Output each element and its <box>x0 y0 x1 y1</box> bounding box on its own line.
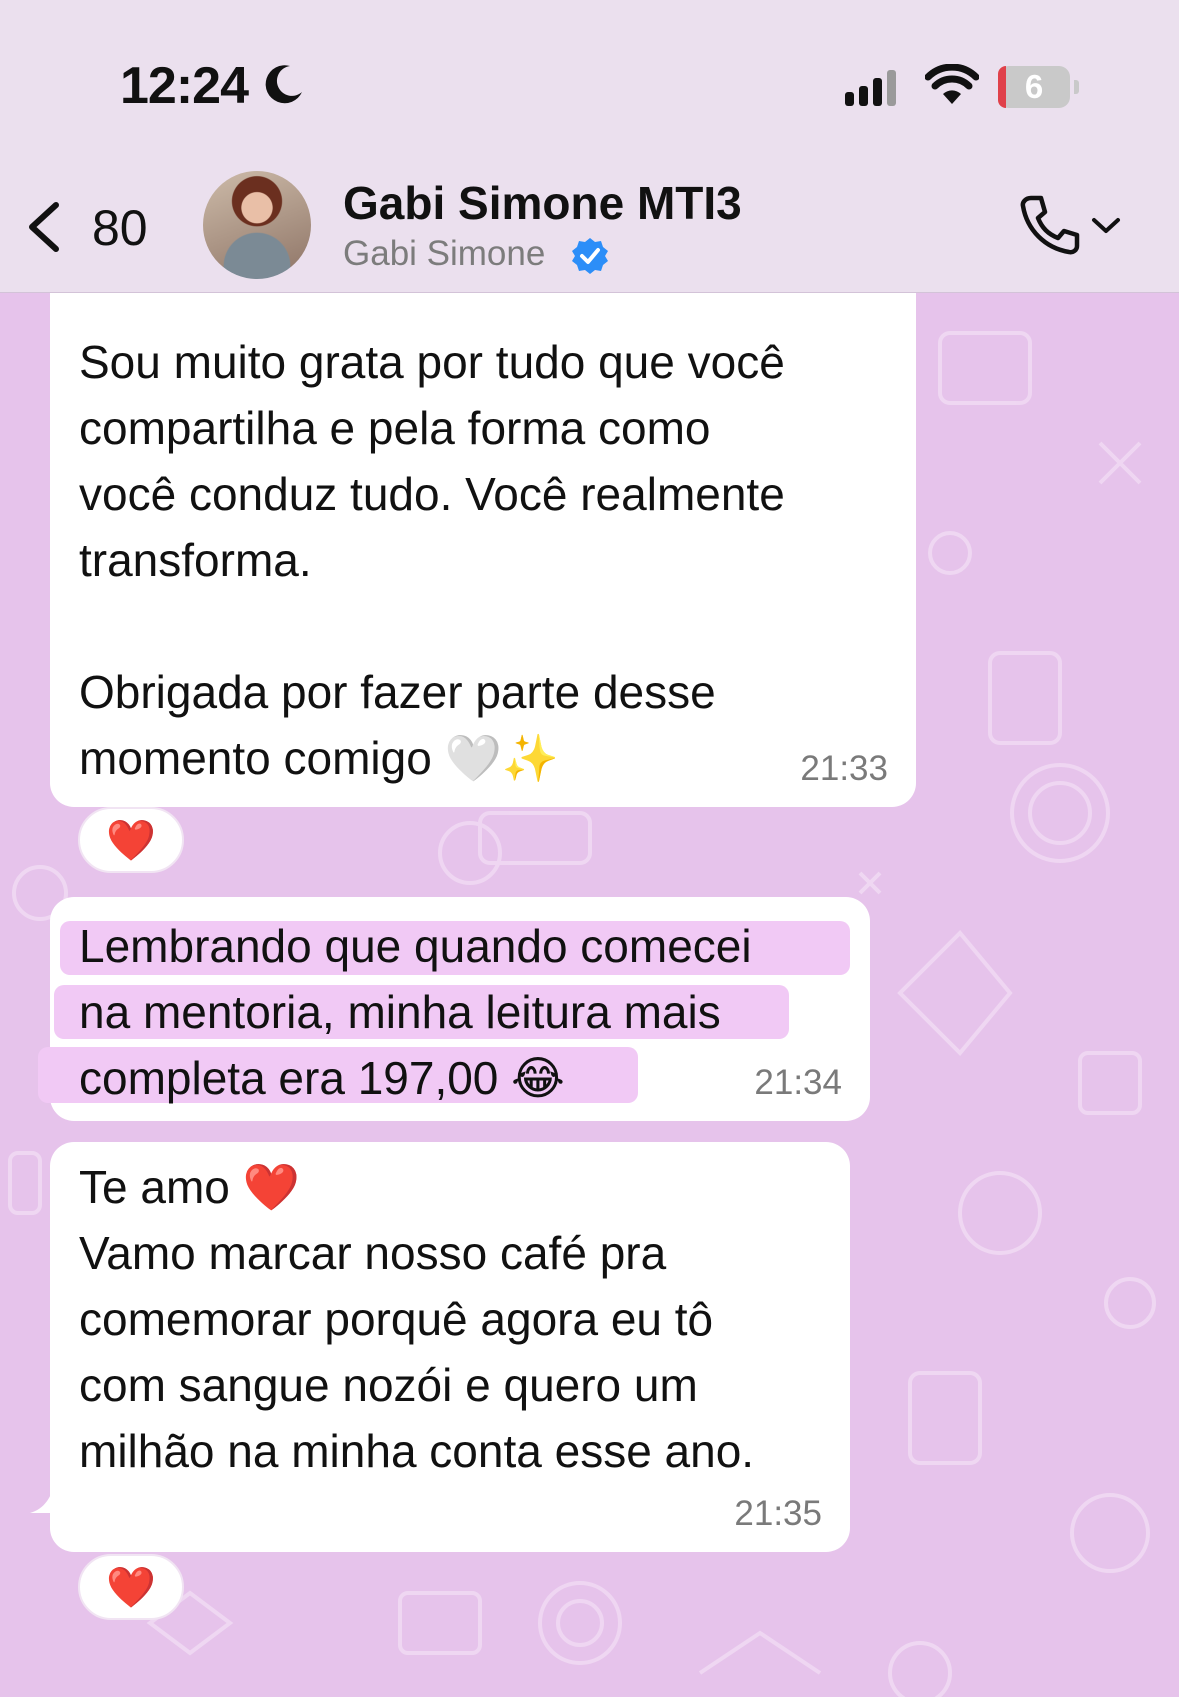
message-line: transforma. <box>79 534 312 586</box>
phone-icon <box>1020 195 1080 255</box>
message-bubble[interactable]: Sou muito grata por tudo que você compar… <box>50 293 916 807</box>
avatar[interactable] <box>203 171 311 279</box>
battery-tip <box>1074 80 1079 94</box>
contact-name[interactable]: Gabi Simone MTI3 <box>343 176 742 230</box>
chevron-down-icon <box>1092 218 1120 233</box>
call-button[interactable] <box>1015 190 1125 260</box>
message-bubble[interactable]: Te amo ❤️ Vamo marcar nosso café pra com… <box>50 1142 850 1552</box>
message-line: compartilha e pela forma como <box>79 402 711 454</box>
sparkles-emoji: ✨ <box>501 732 560 784</box>
back-chevron-icon <box>29 202 59 252</box>
red-heart-emoji: ❤️ <box>242 1161 300 1213</box>
back-button[interactable]: 80 <box>22 195 162 259</box>
message-line-wrap: Te amo ❤️ <box>79 1154 822 1220</box>
reaction-badge[interactable]: ❤️ <box>78 1554 184 1620</box>
status-time: 12:24 <box>120 57 249 115</box>
unread-count: 80 <box>92 200 148 256</box>
message-line: Te amo <box>79 1161 230 1213</box>
message-line: com sangue nozói e quero um <box>79 1359 698 1411</box>
verified-badge-icon <box>572 238 608 274</box>
message-line: Lembrando que quando comecei <box>79 920 752 972</box>
message-line: na mentoria, minha leitura mais <box>79 986 721 1038</box>
message-line-wrap: completa era 197,00 😂 <box>79 1045 842 1111</box>
battery-icon: 6 <box>998 66 1070 108</box>
message-bubble[interactable]: Lembrando que quando comecei na mentoria… <box>38 897 870 1121</box>
chat-header: 80 Gabi Simone MTI3 Gabi Simone <box>0 150 1179 293</box>
heart-reaction-emoji: ❤️ <box>106 819 156 863</box>
message-line: Sou muito grata por tudo que você <box>79 336 785 388</box>
status-bar: 12:24 6 <box>0 0 1179 150</box>
message-line: você conduz tudo. Você realmente <box>79 468 785 520</box>
white-heart-emoji: 🤍 <box>444 732 502 784</box>
moon-icon <box>265 65 302 104</box>
message-line-wrap: momento comigo 🤍✨ <box>79 725 888 791</box>
heart-reaction-emoji: ❤️ <box>106 1566 156 1610</box>
wifi-icon <box>925 64 979 104</box>
signal-icon <box>845 70 896 106</box>
contact-subtitle[interactable]: Gabi Simone <box>343 234 545 274</box>
message-time: 21:34 <box>754 1063 842 1102</box>
message-line <box>79 593 888 659</box>
message-line: Vamo marcar nosso café pra <box>79 1227 667 1279</box>
reaction-badge[interactable]: ❤️ <box>78 807 184 873</box>
message-line: comemorar porquê agora eu tô <box>79 1293 714 1345</box>
message-line: completa era 197,00 <box>79 1052 499 1104</box>
battery-percent: 6 <box>1024 68 1044 105</box>
message-line: momento comigo <box>79 732 432 784</box>
message-line: milhão na minha conta esse ano. <box>79 1425 755 1477</box>
message-time: 21:33 <box>800 749 888 788</box>
message-line: Obrigada por fazer parte desse <box>79 666 716 718</box>
chat-area[interactable]: Sou muito grata por tudo que você compar… <box>0 293 1179 1697</box>
laughing-emoji: 😂 <box>511 1052 565 1104</box>
message-time: 21:35 <box>734 1494 822 1533</box>
